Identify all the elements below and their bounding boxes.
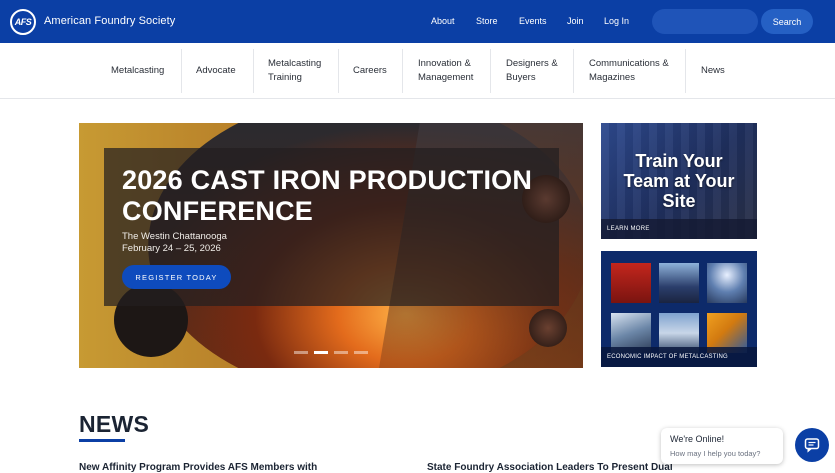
login-link[interactable]: Log In [604, 16, 629, 26]
carousel-dot[interactable] [334, 351, 348, 354]
about-link[interactable]: About [431, 16, 455, 26]
nav-item-metalcasting-training[interactable]: Metalcasting Training [268, 49, 330, 93]
nav-item-careers[interactable]: Careers [353, 49, 387, 93]
carousel-dot[interactable] [354, 351, 368, 354]
hero-carousel[interactable]: 2026 CAST IRON PRODUCTION CONFERENCE The… [79, 123, 583, 368]
news-article-link[interactable]: New Affinity Program Provides AFS Member… [79, 462, 317, 473]
nav-divider [490, 49, 491, 93]
chat-subtitle: How may I help you today? [670, 449, 761, 458]
nav-divider [402, 49, 403, 93]
hero-decorative-circle [529, 309, 567, 347]
search-button[interactable]: Search [761, 9, 813, 34]
nav-divider [573, 49, 574, 93]
tile-image [611, 263, 651, 303]
main-nav: Metalcasting Advocate Metalcasting Train… [0, 43, 835, 99]
join-link[interactable]: Join [567, 16, 584, 26]
chat-greeting-bubble[interactable]: We're Online! How may I help you today? [661, 428, 783, 464]
nav-item-designers-buyers[interactable]: Designers & Buyers [506, 49, 566, 93]
events-link[interactable]: Events [519, 16, 547, 26]
search-input[interactable] [652, 9, 758, 34]
news-heading-underline [79, 439, 125, 442]
news-heading: NEWS [79, 411, 150, 437]
hero-title: 2026 CAST IRON PRODUCTION CONFERENCE [122, 165, 533, 226]
chat-icon [804, 438, 820, 453]
chat-button[interactable] [795, 428, 829, 462]
register-today-button[interactable]: REGISTER TODAY [122, 265, 231, 289]
afs-logo-icon[interactable]: AFS [10, 9, 36, 35]
brand-name[interactable]: American Foundry Society [44, 15, 175, 27]
nav-item-communications-magazines[interactable]: Communications & Magazines [589, 49, 677, 93]
store-link[interactable]: Store [476, 16, 498, 26]
top-bar: AFS American Foundry Society About Store… [0, 0, 835, 43]
carousel-dot[interactable] [294, 351, 308, 354]
news-article-link[interactable]: State Foundry Association Leaders To Pre… [427, 462, 673, 473]
nav-item-innovation-management[interactable]: Innovation & Management [418, 49, 480, 93]
carousel-dot[interactable] [314, 351, 328, 354]
nav-divider [685, 49, 686, 93]
train-your-team-card[interactable]: Train Your Team at Your Site LEARN MORE [601, 123, 757, 239]
chat-title: We're Online! [670, 434, 725, 444]
economic-impact-link[interactable]: ECONOMIC IMPACT OF METALCASTING [601, 347, 757, 367]
economic-impact-card[interactable]: ECONOMIC IMPACT OF METALCASTING [601, 251, 757, 367]
nav-item-advocate[interactable]: Advocate [196, 49, 236, 93]
nav-item-metalcasting[interactable]: Metalcasting [111, 49, 164, 93]
hero-dates: February 24 – 25, 2026 [122, 243, 221, 254]
hero-venue: The Westin Chattanooga [122, 231, 227, 242]
tile-image [707, 263, 747, 303]
tile-image [659, 263, 699, 303]
nav-divider [181, 49, 182, 93]
carousel-pagination [294, 351, 368, 354]
nav-item-news[interactable]: News [701, 49, 725, 93]
nav-divider [253, 49, 254, 93]
learn-more-link[interactable]: LEARN MORE [601, 219, 757, 239]
card-title: Train Your Team at Your Site [623, 151, 735, 211]
nav-divider [338, 49, 339, 93]
